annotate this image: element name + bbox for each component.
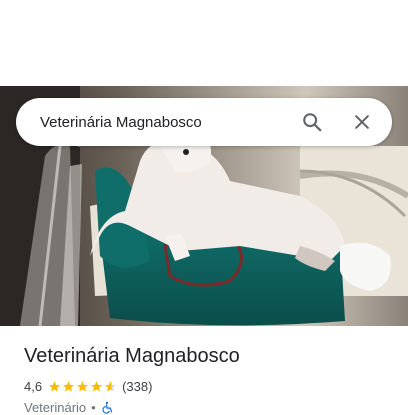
close-icon xyxy=(355,115,369,129)
star-icon xyxy=(63,380,74,391)
rating-value: 4,6 xyxy=(24,378,43,394)
review-count[interactable]: (338) xyxy=(122,379,152,394)
category-row: Veterinário • xyxy=(24,399,114,415)
place-title[interactable]: Veterinária Magnabosco xyxy=(24,345,240,368)
separator-dot: • xyxy=(91,399,96,415)
close-button[interactable] xyxy=(344,104,380,140)
rating-row[interactable]: 4,6 (338) xyxy=(24,377,152,395)
search-icon xyxy=(303,113,322,132)
star-icon xyxy=(91,380,102,391)
search-bar[interactable]: Veterinária Magnabosco xyxy=(16,98,392,146)
place-category[interactable]: Veterinário xyxy=(24,400,86,415)
half-star-icon xyxy=(105,380,116,391)
star-icon xyxy=(77,380,88,391)
search-button[interactable] xyxy=(294,104,330,140)
star-rating xyxy=(48,380,118,393)
star-icon xyxy=(49,380,60,391)
search-input[interactable]: Veterinária Magnabosco xyxy=(40,114,294,131)
